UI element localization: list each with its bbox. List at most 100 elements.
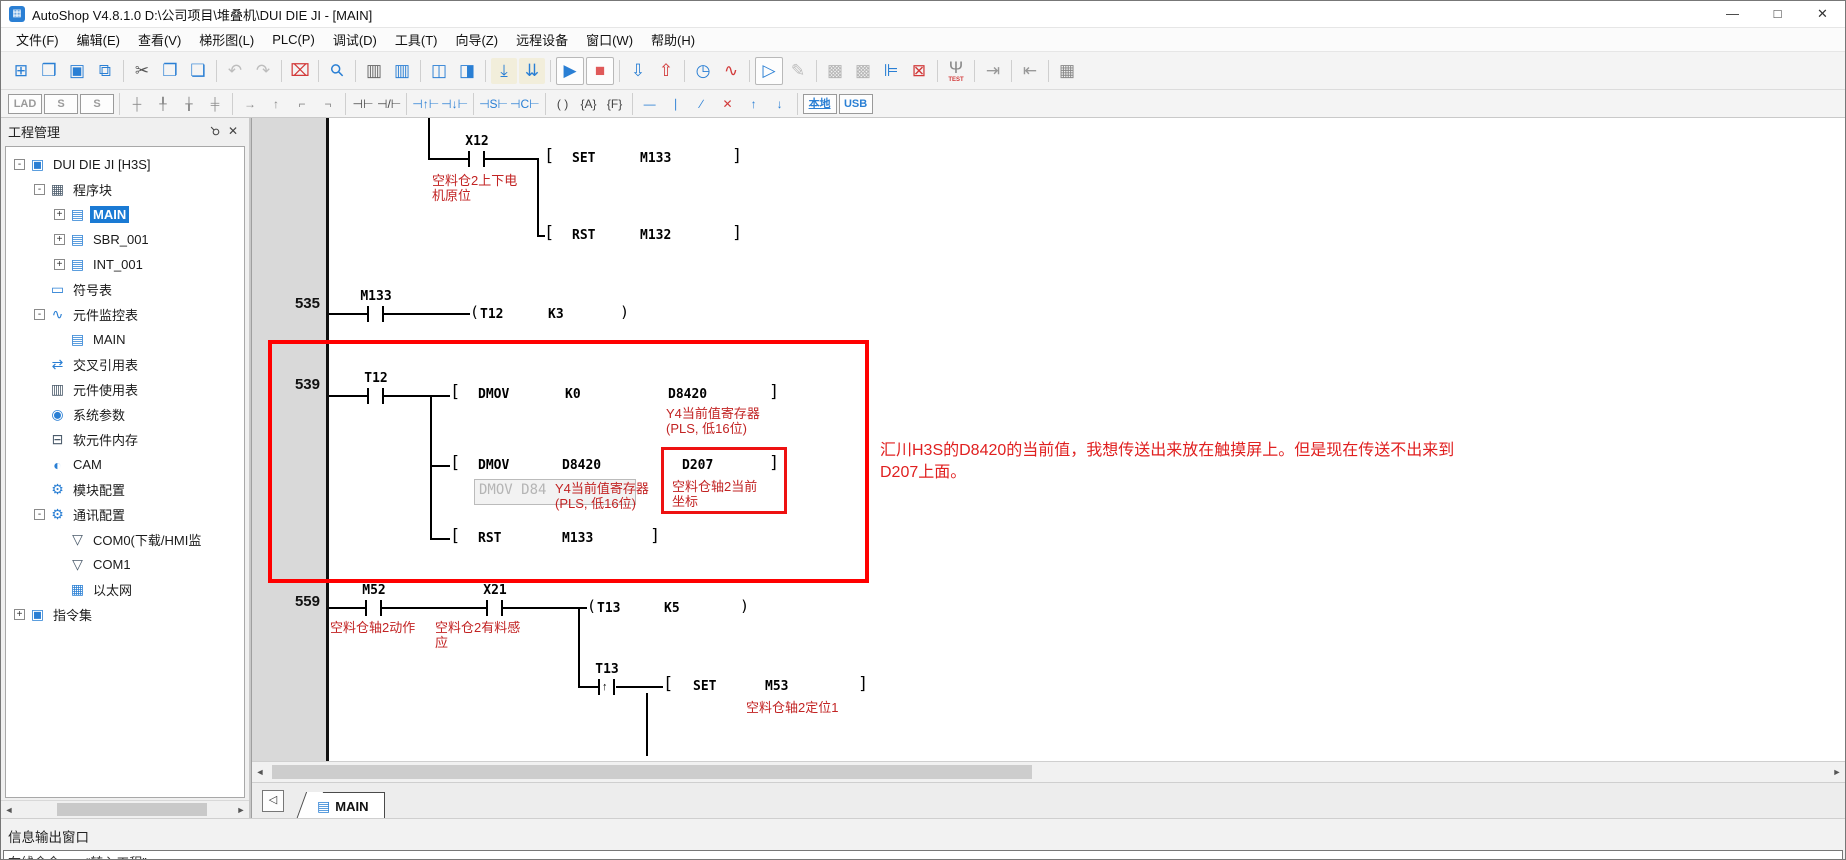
menu-item-0[interactable]: 文件(F) (7, 27, 68, 52)
insert-cell-button[interactable]: ┼ (125, 93, 149, 114)
close-button[interactable]: ✕ (1800, 1, 1845, 27)
tree-ethernet[interactable]: ▦以太网 (6, 577, 244, 602)
coil-t12-k3[interactable]: ( (470, 304, 479, 320)
contact-x12-bar[interactable] (483, 151, 485, 167)
tree-dui-die-ji[interactable]: -▣DUI DIE JI [H3S] (6, 152, 244, 177)
instr-set-m133[interactable]: [ (544, 148, 554, 165)
contact-closed-button[interactable]: ⊣/⊢ (377, 93, 401, 114)
undo-button[interactable]: ↶ (222, 58, 248, 84)
contact-m52[interactable] (365, 600, 367, 616)
find-button[interactable]: ⚲ (324, 58, 350, 84)
tab-main[interactable]: ▤ MAIN (308, 792, 385, 820)
tree-watch-table[interactable]: -∿元件监控表 (6, 302, 244, 327)
insert-row-button[interactable]: ⊫ (878, 58, 904, 84)
ladder-canvas[interactable]: 535539559X12M133T12M52X21T13↑(T12K3)(T13… (252, 118, 1845, 761)
wire-corner-2-button[interactable]: ¬ (316, 93, 340, 114)
scroll-thumb[interactable] (57, 803, 207, 816)
coil-button[interactable]: ( ) (551, 93, 575, 114)
menu-item-5[interactable]: 调试(D) (324, 27, 386, 52)
save-all-button[interactable]: ⧉ (92, 58, 118, 84)
expand-expander[interactable]: + (54, 259, 65, 270)
tree-sys-params[interactable]: ◉系统参数 (6, 402, 244, 427)
instruction-a-button[interactable]: {A} (577, 93, 601, 114)
tree-main[interactable]: +▤MAIN (6, 202, 244, 227)
collapse-expander[interactable]: - (34, 309, 45, 320)
menu-item-10[interactable]: 帮助(H) (642, 27, 704, 52)
collapse-expander[interactable]: - (34, 509, 45, 520)
module-settings-button[interactable]: ▦ (1054, 58, 1080, 84)
contact-t13[interactable] (598, 679, 600, 695)
wire-corner-button[interactable]: ⌐ (290, 93, 314, 114)
instr-rst-m132[interactable]: [ (544, 225, 554, 242)
tree-sbr-001[interactable]: +▤SBR_001 (6, 227, 244, 252)
tree-usage-table[interactable]: ▥元件使用表 (6, 377, 244, 402)
redo-button[interactable]: ↷ (250, 58, 276, 84)
editor-hscrollbar[interactable]: ◄ ► (252, 761, 1845, 783)
contact-rising-button[interactable]: ⊣↑⊢ (412, 93, 439, 114)
jump-out-button[interactable]: ⇤ (1017, 58, 1043, 84)
cut-button[interactable]: ✂ (129, 58, 155, 84)
sfc-mode-2-button[interactable]: S (80, 94, 114, 114)
down-line-button[interactable]: ↓ (768, 93, 792, 114)
collapse-expander[interactable]: - (34, 184, 45, 195)
new-file-button[interactable]: ⊞ (8, 58, 34, 84)
jump-in-button[interactable]: ⇥ (980, 58, 1006, 84)
editor-scroll-left-arrow[interactable]: ◄ (252, 767, 268, 777)
insert-row-above-button[interactable]: ╀ (151, 93, 175, 114)
open-project-button[interactable]: ❒ (36, 58, 62, 84)
instr-set-m53[interactable]: [ (663, 676, 673, 693)
collapse-expander[interactable]: - (14, 159, 25, 170)
tile-windows-button[interactable]: ◫ (426, 58, 452, 84)
tree-cam[interactable]: ◐CAM (6, 452, 244, 477)
paste-button[interactable]: ❏ (185, 58, 211, 84)
tree-comm-config[interactable]: -⚙通讯配置 (6, 502, 244, 527)
delete-row-button[interactable]: ⊠ (906, 58, 932, 84)
menu-item-3[interactable]: 梯形图(L) (190, 27, 263, 52)
menu-item-4[interactable]: PLC(P) (263, 29, 324, 50)
menu-item-2[interactable]: 查看(V) (129, 27, 190, 52)
delete-line-button[interactable]: ✕ (716, 93, 740, 114)
tree-watch-main[interactable]: ▤MAIN (6, 327, 244, 352)
maximize-button[interactable]: □ (1755, 1, 1800, 27)
soft-monitor-stop-button[interactable]: ▩ (850, 58, 876, 84)
up-line-button[interactable]: ↑ (742, 93, 766, 114)
tab-scroll-back-button[interactable]: ◁ (262, 790, 284, 812)
save-button[interactable]: ▣ (64, 58, 90, 84)
contact-t13-bar[interactable] (613, 679, 615, 695)
contact-x12[interactable] (468, 151, 470, 167)
oscilloscope-button[interactable]: ∿ (718, 58, 744, 84)
compile-button[interactable]: ⤓ (491, 58, 517, 84)
tree-com1[interactable]: ▽COM1 (6, 552, 244, 577)
pin-icon[interactable]: ⚲ (204, 120, 227, 143)
editor-scroll-track[interactable] (268, 763, 1829, 781)
editor-scroll-right-arrow[interactable]: ► (1829, 767, 1845, 777)
contact-falling-button[interactable]: ⊣↓⊢ (441, 93, 468, 114)
sfc-mode-button[interactable]: S (44, 94, 78, 114)
contact-x21[interactable] (486, 600, 488, 616)
tree-device-memory[interactable]: ⊟软元件内存 (6, 427, 244, 452)
coil-reset-button[interactable]: ⊣C⊢ (510, 93, 540, 114)
coil-t13-k5[interactable]: ( (587, 598, 596, 614)
insert-row-below-button[interactable]: ╁ (177, 93, 201, 114)
wire-up-button[interactable]: ↑ (264, 93, 288, 114)
print-button[interactable]: ▥ (361, 58, 387, 84)
tree-cross-ref[interactable]: ⇄交叉引用表 (6, 352, 244, 377)
tree-program-blocks[interactable]: -▦程序块 (6, 177, 244, 202)
scroll-track[interactable] (17, 802, 233, 817)
sidebar-hscrollbar[interactable]: ◄ ► (1, 800, 249, 818)
soft-monitor-button[interactable]: ▩ (822, 58, 848, 84)
coil-set-button[interactable]: ⊣S⊢ (479, 93, 508, 114)
print-setup-button[interactable]: ▥ (389, 58, 415, 84)
editor-scroll-thumb[interactable] (272, 765, 1032, 779)
stop-button[interactable]: ■ (586, 57, 614, 85)
usb-mode-button[interactable]: USB (839, 94, 873, 114)
local-mode-button[interactable]: 本地 (803, 94, 837, 114)
delete-button[interactable]: ⌧ (287, 58, 313, 84)
copy-button[interactable]: ❐ (157, 58, 183, 84)
tree-com0[interactable]: ▽COM0(下载/HMI监 (6, 527, 244, 552)
debug-button[interactable]: ▷ (755, 57, 783, 85)
menu-item-8[interactable]: 远程设备 (507, 27, 577, 52)
merge-cells-button[interactable]: ╪ (203, 93, 227, 114)
hline-button[interactable]: — (638, 93, 662, 114)
tree-symbol-table[interactable]: ▭符号表 (6, 277, 244, 302)
